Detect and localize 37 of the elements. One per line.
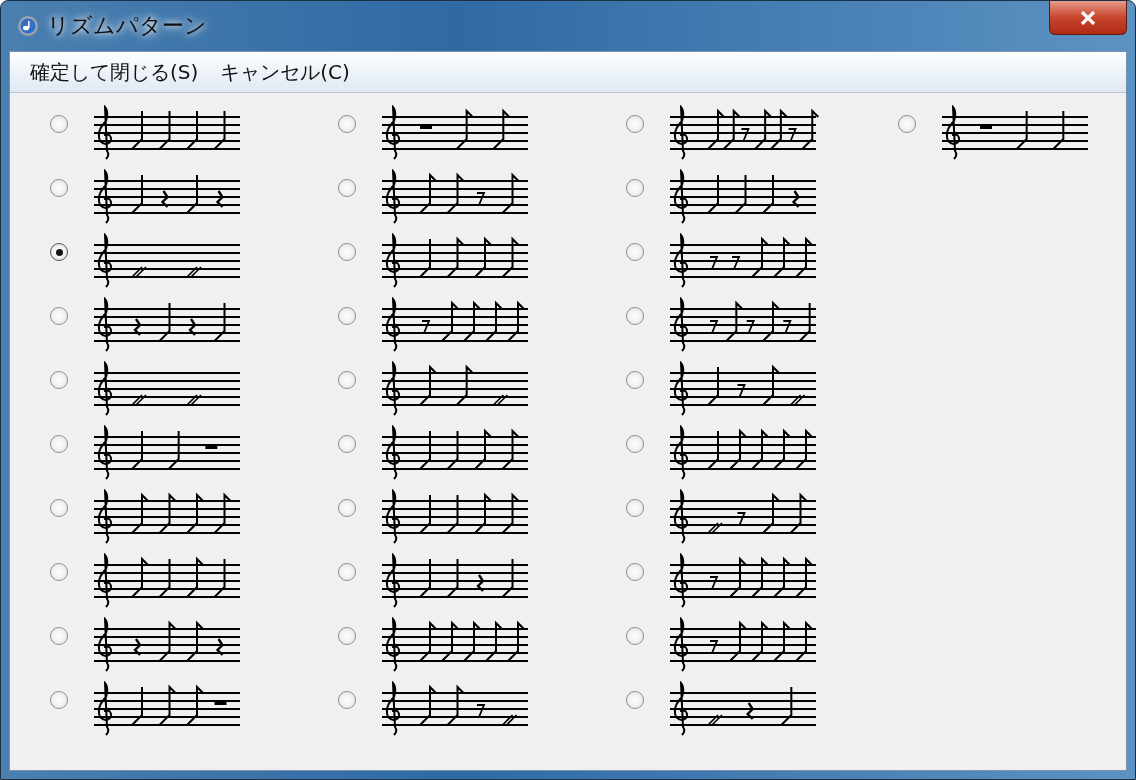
radio-button[interactable] (50, 499, 68, 517)
radio-button[interactable] (626, 435, 644, 453)
radio-button[interactable] (338, 115, 356, 133)
radio-button[interactable] (338, 307, 356, 325)
menu-item[interactable]: 確定して閉じる(S) (22, 58, 207, 86)
radio-button[interactable] (626, 371, 644, 389)
radio-button[interactable] (50, 435, 68, 453)
radio-button[interactable] (50, 371, 68, 389)
close-button[interactable] (1049, 1, 1127, 35)
close-icon (1080, 10, 1096, 25)
radio-button[interactable] (50, 691, 68, 709)
radio-button[interactable] (338, 243, 356, 261)
radio-button[interactable] (338, 563, 356, 581)
radio-button[interactable] (898, 115, 916, 133)
radio-button[interactable] (626, 627, 644, 645)
radio-button[interactable] (626, 691, 644, 709)
radio-button[interactable] (626, 307, 644, 325)
radio-button[interactable] (50, 627, 68, 645)
radio-button[interactable] (338, 371, 356, 389)
radio-button[interactable] (626, 243, 644, 261)
radio-button[interactable] (338, 179, 356, 197)
radio-button[interactable] (626, 115, 644, 133)
radio-button[interactable] (626, 563, 644, 581)
radio-button[interactable] (50, 115, 68, 133)
radio-button[interactable] (338, 435, 356, 453)
menu-item[interactable]: キャンセル(C) (212, 58, 358, 86)
app-icon (17, 15, 39, 37)
window-title: リズムパターン (47, 12, 207, 40)
radio-button[interactable] (338, 627, 356, 645)
radio-button[interactable] (50, 179, 68, 197)
radio-button[interactable] (626, 499, 644, 517)
radio-button[interactable] (626, 179, 644, 197)
radio-button[interactable] (50, 307, 68, 325)
radio-button[interactable] (50, 243, 68, 261)
radio-button[interactable] (338, 691, 356, 709)
radio-button[interactable] (50, 563, 68, 581)
radio-button[interactable] (338, 499, 356, 517)
